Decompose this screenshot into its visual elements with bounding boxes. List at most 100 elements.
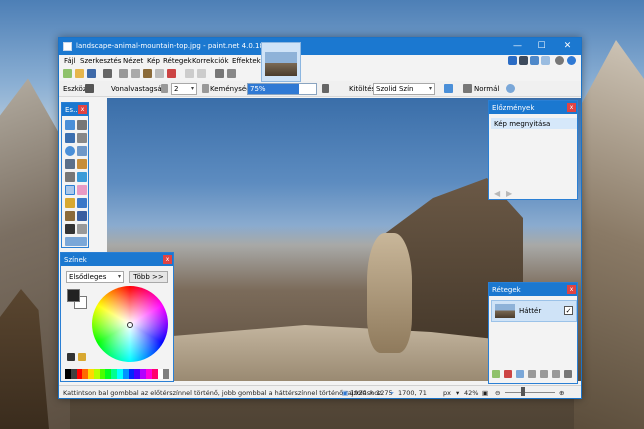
crop-icon[interactable]: [155, 69, 164, 78]
zoom-value[interactable]: 42%: [464, 389, 478, 397]
history-panel: Előzmények x Kép megnyitása ◀ ▶: [488, 100, 578, 200]
move-layer-up-icon[interactable]: [540, 370, 548, 378]
menu-adjustments[interactable]: Korrekciók: [192, 57, 229, 65]
layer-properties-icon[interactable]: [564, 370, 572, 378]
copy-icon[interactable]: [131, 69, 140, 78]
move-layer-down-icon[interactable]: [552, 370, 560, 378]
paint-bucket-tool-icon[interactable]: [65, 172, 75, 182]
units-select[interactable]: px: [443, 389, 451, 397]
ellipse-select-tool-icon[interactable]: [65, 146, 75, 156]
layer-row[interactable]: Háttér ✓: [491, 300, 577, 322]
brush-width-label: Vonalvastagság:: [111, 85, 169, 93]
color-picker-tool-icon[interactable]: [77, 198, 87, 208]
zoom-fit-icon[interactable]: ▣: [482, 389, 488, 397]
eraser-tool-icon[interactable]: [77, 185, 87, 195]
hardness-slider[interactable]: 75%: [247, 83, 317, 95]
save-icon[interactable]: [87, 69, 96, 78]
menu-edit[interactable]: Szerkesztés: [80, 57, 121, 65]
history-panel-close-button[interactable]: x: [567, 103, 576, 112]
wallpaper-mountain-right: [574, 40, 644, 429]
blend-mode-icon[interactable]: [463, 84, 472, 93]
blend-mode-value[interactable]: Normál: [474, 85, 499, 93]
paintbrush-tool-icon[interactable]: [65, 185, 75, 195]
recolor-tool-icon[interactable]: [77, 211, 87, 221]
menu-file[interactable]: Fájl: [64, 57, 76, 65]
zoom-slider-thumb[interactable]: [521, 387, 525, 396]
cut-icon[interactable]: [119, 69, 128, 78]
width-decrease-icon[interactable]: [161, 84, 168, 93]
colors-toggle-icon[interactable]: [541, 56, 550, 65]
gradient-tool-icon[interactable]: [77, 172, 87, 182]
pencil-tool-icon[interactable]: [65, 198, 75, 208]
paste-icon[interactable]: [143, 69, 152, 78]
fill-mode-select[interactable]: Szolid Szín ▾: [373, 83, 435, 95]
delete-layer-icon[interactable]: [504, 370, 512, 378]
history-toggle-icon[interactable]: [519, 56, 528, 65]
open-icon[interactable]: [75, 69, 84, 78]
zoom-tool-icon[interactable]: [77, 146, 87, 156]
layers-toggle-icon[interactable]: [530, 56, 539, 65]
settings-gear-icon[interactable]: [555, 56, 564, 65]
colors-panel-title[interactable]: Színek: [61, 253, 173, 266]
help-icon[interactable]: [567, 56, 576, 65]
tools-panel-close-button[interactable]: x: [78, 105, 87, 114]
reset-colors-icon[interactable]: [67, 353, 75, 361]
print-icon[interactable]: [103, 69, 112, 78]
rectangle-select-tool-icon[interactable]: [65, 120, 75, 130]
zoom-out-icon[interactable]: ⊖: [495, 389, 500, 397]
layers-panel: Rétegek x Háttér ✓: [488, 282, 578, 384]
merge-layer-down-icon[interactable]: [528, 370, 536, 378]
text-tool-icon[interactable]: [65, 224, 75, 234]
zoom-slider[interactable]: [505, 392, 555, 393]
menu-effects[interactable]: Effektek: [232, 57, 261, 65]
history-undo-icon[interactable]: ◀: [494, 189, 500, 198]
palette-menu-icon[interactable]: [78, 353, 86, 361]
menu-image[interactable]: Kép: [147, 57, 160, 65]
image-tab[interactable]: [261, 42, 301, 82]
color-wheel-marker[interactable]: [127, 322, 133, 328]
zoom-in-icon[interactable]: ⊕: [559, 389, 564, 397]
more-colors-button[interactable]: Több >>: [129, 271, 168, 283]
antialias-toggle-icon[interactable]: [444, 84, 453, 93]
redo-icon[interactable]: [197, 69, 206, 78]
duplicate-layer-icon[interactable]: [516, 370, 524, 378]
width-increase-icon[interactable]: [202, 84, 209, 93]
shapes-tool-icon[interactable]: [65, 237, 87, 246]
undo-icon[interactable]: [185, 69, 194, 78]
move-selected-tool-icon[interactable]: [77, 120, 87, 130]
history-panel-title[interactable]: Előzmények: [489, 101, 577, 114]
menu-layers[interactable]: Rétegek: [163, 57, 192, 65]
add-layer-icon[interactable]: [492, 370, 500, 378]
history-item[interactable]: Kép megnyitása: [491, 118, 577, 129]
clone-stamp-tool-icon[interactable]: [65, 211, 75, 221]
active-tool-icon[interactable]: [85, 84, 94, 93]
layers-panel-title[interactable]: Rétegek: [489, 283, 577, 296]
ruler-icon[interactable]: [227, 69, 236, 78]
layers-panel-close-button[interactable]: x: [567, 285, 576, 294]
palette-swatch[interactable]: [163, 369, 170, 379]
minimize-button[interactable]: —: [506, 38, 529, 55]
title-bar[interactable]: landscape-animal-mountain-top.jpg - pain…: [59, 38, 581, 55]
move-selection-tool-icon[interactable]: [77, 133, 87, 143]
antialiasing-icon[interactable]: [322, 84, 329, 93]
colors-panel-close-button[interactable]: x: [163, 255, 172, 264]
line-curve-tool-icon[interactable]: [77, 224, 87, 234]
magic-wand-tool-icon[interactable]: [65, 159, 75, 169]
chevron-down-icon: ▾: [428, 85, 432, 92]
tools-toggle-icon[interactable]: [508, 56, 517, 65]
menu-view[interactable]: Nézet: [123, 57, 143, 65]
layer-visibility-checkbox[interactable]: ✓: [564, 306, 573, 315]
units-chevron-icon[interactable]: ▾: [456, 389, 459, 397]
maximize-button[interactable]: ☐: [530, 38, 553, 55]
pan-tool-icon[interactable]: [77, 159, 87, 169]
brush-width-input[interactable]: 2 ▾: [171, 83, 197, 95]
grid-icon[interactable]: [215, 69, 224, 78]
primary-color-swatch[interactable]: [67, 289, 80, 302]
deselect-icon[interactable]: [167, 69, 176, 78]
color-mode-select[interactable]: Elsődleges ▾: [66, 271, 124, 283]
history-redo-icon[interactable]: ▶: [506, 189, 512, 198]
selection-mode-icon[interactable]: [506, 84, 515, 93]
close-button[interactable]: ✕: [556, 38, 579, 55]
lasso-select-tool-icon[interactable]: [65, 133, 75, 143]
new-image-icon[interactable]: [63, 69, 72, 78]
